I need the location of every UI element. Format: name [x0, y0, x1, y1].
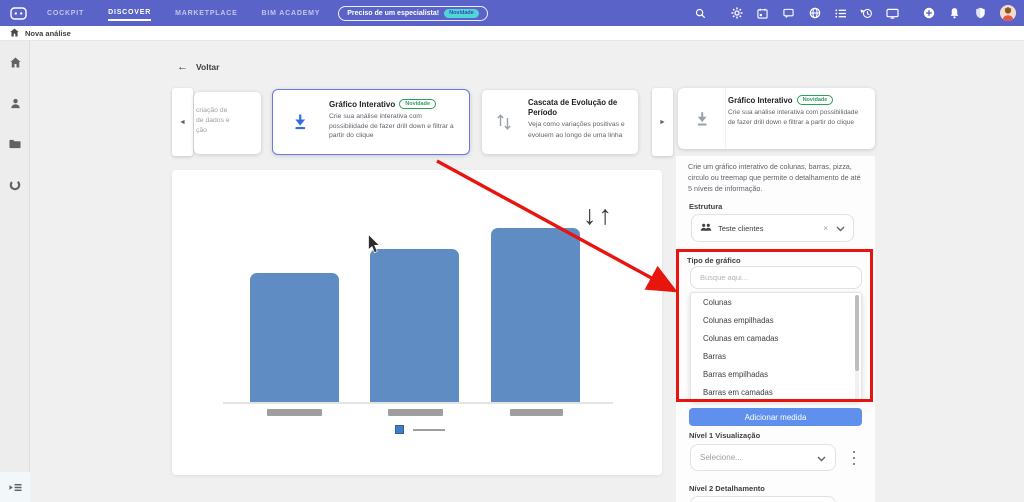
novidade-badge: Novidade: [797, 95, 834, 105]
option-barras[interactable]: Barras: [691, 347, 861, 365]
chevron-down-icon[interactable]: [836, 219, 845, 237]
add-measure-button[interactable]: Adicionar medida: [689, 408, 862, 426]
nivel1-label: Nível 1 Visualização: [689, 431, 760, 440]
template-long-description: Crie um gráfico interativo de colunas, b…: [688, 161, 866, 194]
left-sidebar: [0, 41, 30, 502]
card-title: Cascata de Evolução de Período: [528, 98, 632, 117]
menu-bim-academy[interactable]: BIM ACADEMY: [262, 6, 321, 20]
menu-discover[interactable]: DISCOVER: [108, 5, 151, 21]
list-menu-icon[interactable]: [834, 7, 847, 20]
partial-line: ção: [196, 126, 261, 136]
chevron-down-icon[interactable]: [817, 449, 826, 467]
nivel2-label: Nível 2 Detalhamento: [689, 484, 765, 493]
estrutura-select[interactable]: Teste clientes ×: [691, 214, 854, 242]
estrutura-value: Teste clientes: [718, 224, 763, 233]
chart-legend: [395, 425, 445, 434]
add-circle-icon[interactable]: [922, 7, 935, 20]
menu-cockpit[interactable]: COCKPIT: [47, 6, 84, 20]
nivel2-select[interactable]: [690, 496, 836, 502]
template-card-grafico-interativo[interactable]: Gráfico Interativo Novidade Crie sua aná…: [272, 89, 470, 155]
sidebar-folder-icon[interactable]: [0, 129, 30, 159]
back-label: Voltar: [196, 62, 219, 72]
sidebar-circle-icon[interactable]: [0, 170, 30, 200]
notifications-bell-icon[interactable]: [948, 7, 961, 20]
estrutura-label: Estrutura: [689, 202, 722, 211]
tick-placeholder: [510, 409, 563, 416]
chat-icon[interactable]: [782, 7, 795, 20]
sort-direction-arrows: ↓↑: [583, 200, 614, 231]
clear-selection-icon[interactable]: ×: [823, 224, 828, 233]
carousel-next-button[interactable]: ►: [652, 88, 673, 156]
app-root: COCKPIT DISCOVER MARKETPLACE BIM ACADEMY…: [0, 0, 1024, 502]
tick-placeholder: [388, 409, 443, 416]
chart-preview: ↓↑: [172, 170, 662, 475]
menu-marketplace[interactable]: MARKETPLACE: [175, 6, 237, 20]
download-icon: [678, 88, 726, 149]
nivel1-more-options-icon[interactable]: [849, 451, 859, 465]
history-icon[interactable]: [860, 7, 873, 20]
novidade-badge: Novidade: [399, 99, 436, 109]
mouse-cursor-icon: [368, 234, 383, 261]
settings-gear-icon[interactable]: [730, 7, 743, 20]
x-axis-line: [223, 402, 613, 404]
template-card-cascata[interactable]: Cascata de Evolução de Período Veja como…: [482, 90, 638, 154]
user-avatar[interactable]: [1000, 5, 1016, 21]
home-icon[interactable]: [10, 24, 19, 42]
chevron-left-icon: ◄: [179, 119, 186, 126]
card-description: Crie sua análise interativa com possibil…: [329, 112, 463, 141]
option-colunas[interactable]: Colunas: [691, 293, 861, 311]
dropdown-scrollbar: [855, 295, 859, 400]
legend-label-placeholder: [413, 429, 445, 431]
breadcrumb-label[interactable]: Nova análise: [25, 29, 71, 38]
sidebar-user-icon[interactable]: [0, 88, 30, 118]
nivel1-placeholder: Selecione...: [700, 453, 742, 462]
scrollbar-thumb[interactable]: [855, 295, 859, 371]
bar-2: [370, 249, 459, 403]
screen-share-icon[interactable]: [886, 7, 899, 20]
selected-template-summary-card: Gráfico Interativo Novidade Crie sua aná…: [678, 88, 875, 149]
chart-type-dropdown-list: Colunas Colunas empilhadas Colunas em ca…: [690, 292, 862, 401]
promo-label: Preciso de um especialista!: [347, 10, 439, 17]
legend-marker: [395, 425, 404, 434]
expand-menu-icon[interactable]: [0, 472, 30, 502]
back-button[interactable]: ← Voltar: [177, 61, 219, 73]
specialist-promo-button[interactable]: Preciso de um especialista! Novidade: [338, 6, 488, 21]
chevron-right-icon: ►: [659, 119, 666, 126]
search-icon[interactable]: [694, 7, 707, 20]
top-navbar: COCKPIT DISCOVER MARKETPLACE BIM ACADEMY…: [0, 0, 1024, 26]
calendar-icon[interactable]: [756, 7, 769, 20]
promo-novidade-badge: Novidade: [444, 9, 479, 18]
partial-line: criação de: [196, 106, 261, 116]
download-icon: [273, 90, 327, 154]
globe-icon[interactable]: [808, 7, 821, 20]
sort-arrows-icon: [482, 90, 526, 154]
brand-logo-icon[interactable]: [10, 7, 27, 20]
card-title: Gráfico Interativo: [728, 96, 793, 105]
carousel-prev-button[interactable]: ◄: [172, 88, 193, 156]
back-arrow-icon: ←: [177, 61, 188, 73]
tipo-grafico-label: Tipo de gráfico: [687, 256, 741, 265]
nivel1-select[interactable]: Selecione...: [690, 444, 836, 471]
sidebar-home-icon[interactable]: [0, 47, 30, 77]
option-barras-em-camadas[interactable]: Barras em camadas: [691, 383, 861, 401]
bar-3: [491, 228, 580, 403]
option-colunas-empilhadas[interactable]: Colunas empilhadas: [691, 311, 861, 329]
bar-1: [250, 273, 339, 403]
breadcrumb: Nova análise: [0, 26, 1024, 41]
main-menu: COCKPIT DISCOVER MARKETPLACE BIM ACADEMY: [47, 5, 320, 21]
card-description-line: evoluem ao longo de uma linha: [528, 131, 632, 140]
card-title: Gráfico Interativo: [329, 100, 395, 109]
group-icon: [700, 219, 712, 237]
card-description: Crie sua análise interativa com possibil…: [728, 108, 866, 127]
option-barras-empilhadas[interactable]: Barras empilhadas: [691, 365, 861, 383]
option-colunas-em-camadas[interactable]: Colunas em camadas: [691, 329, 861, 347]
partial-line: de dados e: [196, 116, 261, 126]
chart-type-search-input[interactable]: [690, 266, 862, 289]
card-description-line: Veja como variações positivas e: [528, 120, 632, 129]
navbar-icons: [694, 5, 1016, 21]
shield-icon[interactable]: [974, 7, 987, 20]
carousel-partial-card[interactable]: criação de de dados e ção: [194, 92, 261, 154]
tick-placeholder: [267, 409, 322, 416]
